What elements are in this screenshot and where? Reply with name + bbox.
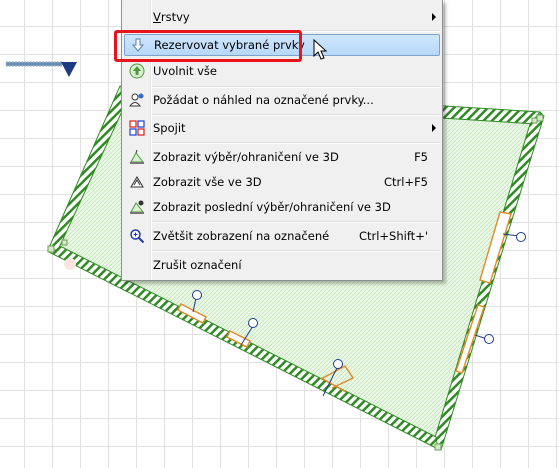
menu-item-label: Zobrazit vše ve 3D	[153, 175, 262, 189]
menu-item-label: Zobrazit výběr/ohraničení ve 3D	[153, 150, 339, 164]
menu-item-spojit[interactable]: Spojit	[124, 117, 440, 139]
menu-item-zrusit[interactable]: Zrušit označení	[124, 254, 440, 276]
menu-item-zobrazit-vse[interactable]: Zobrazit vše ve 3D Ctrl+F5	[124, 171, 440, 193]
menu-item-shortcut: Ctrl+Shift+'	[358, 229, 428, 243]
request-preview-icon	[129, 92, 145, 108]
menu-item-zvetsit[interactable]: Zvětšit zobrazení na označené Ctrl+Shift…	[124, 225, 440, 247]
menu-item-label: Zobrazit poslední výběr/ohraničení ve 3D	[153, 200, 391, 214]
faint-marker	[64, 258, 76, 270]
menu-item-label: Uvolnit vše	[153, 64, 217, 78]
menu-item-shortcut: F5	[414, 150, 428, 164]
show-last-3d-icon	[129, 199, 145, 215]
menu-separator	[152, 142, 440, 144]
show-all-3d-icon	[129, 174, 145, 190]
submenu-arrow-icon	[432, 13, 436, 21]
triangle-marker-icon[interactable]	[61, 62, 77, 77]
show-selection-3d-icon	[129, 149, 145, 165]
mouse-pointer-icon	[313, 39, 328, 60]
menu-separator	[152, 250, 440, 252]
menu-item-label: Spojit	[153, 121, 186, 135]
menu-item-label: Zrušit označení	[153, 258, 242, 272]
menu-separator	[152, 221, 440, 223]
menu-item-shortcut: Ctrl+F5	[383, 175, 428, 189]
menu-separator	[152, 86, 440, 88]
menu-item-pozadat[interactable]: Požádat o náhled na označené prvky...	[124, 89, 440, 111]
menu-item-label: Požádat o náhled na označené prvky...	[153, 93, 374, 107]
connect-icon	[129, 120, 145, 136]
menu-item-vrstvy[interactable]: Vrstvy	[124, 6, 440, 28]
menu-item-label: Vrstvy	[153, 10, 190, 24]
level-handle[interactable]	[5, 61, 77, 77]
menu-separator	[152, 114, 440, 116]
zoom-to-selection-icon	[129, 228, 145, 244]
submenu-arrow-icon	[432, 124, 436, 132]
menu-label-rest: rstvy	[160, 10, 190, 24]
highlight-annotation-box	[114, 30, 302, 62]
menu-item-label: Zvětšit zobrazení na označené	[153, 229, 330, 243]
menu-item-zobrazit-posledni[interactable]: Zobrazit poslední výběr/ohraničení ve 3D	[124, 196, 440, 218]
menu-item-uvolnit[interactable]: Uvolnit vše	[124, 60, 440, 82]
menu-item-zobrazit-vyber[interactable]: Zobrazit výběr/ohraničení ve 3D F5	[124, 146, 440, 168]
release-up-arrow-icon	[129, 63, 145, 79]
